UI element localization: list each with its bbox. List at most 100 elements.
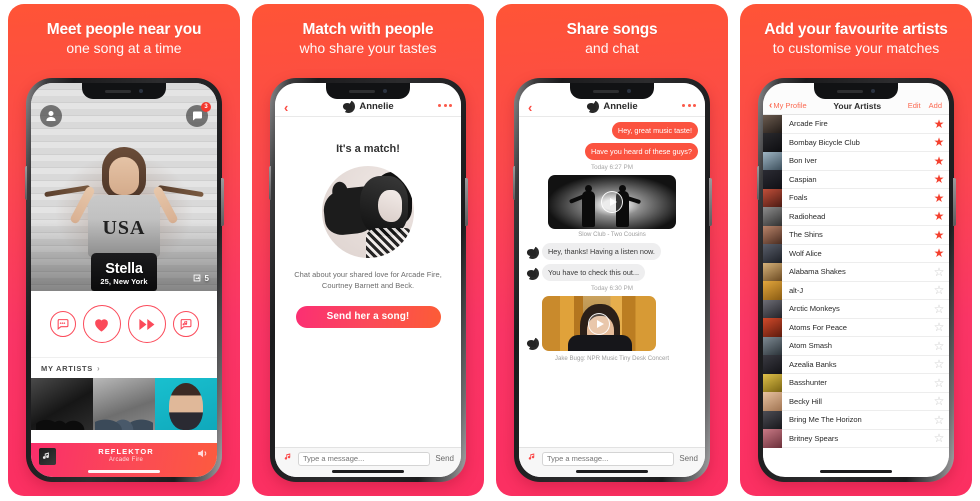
add-button[interactable]: Add (929, 101, 942, 110)
star-filled-icon[interactable]: ★ (929, 118, 949, 130)
artist-thumbnail (763, 336, 782, 355)
ellipsis-icon[interactable] (438, 104, 452, 107)
like-action-button[interactable] (82, 305, 121, 343)
edit-button[interactable]: Edit (908, 101, 921, 110)
shared-video-caption: Jake Bugg: NPR Music Tiny Desk Concert (554, 355, 670, 362)
star-outline-icon[interactable]: ☆ (929, 321, 949, 333)
ellipsis-icon[interactable] (682, 104, 696, 107)
artist-row[interactable]: Wolf Alice ★ (763, 244, 949, 263)
star-outline-icon[interactable]: ☆ (929, 303, 949, 315)
star-filled-icon[interactable]: ★ (929, 192, 949, 204)
artist-row[interactable]: Britney Spears ☆ (763, 429, 949, 448)
artist-thumbnail (763, 281, 782, 300)
play-icon[interactable] (588, 312, 610, 335)
star-filled-icon[interactable]: ★ (929, 247, 949, 259)
artist-row[interactable]: Bon Iver ★ (763, 151, 949, 171)
artist-row[interactable]: Azealia Banks ☆ (763, 355, 949, 374)
send-button[interactable]: Send (679, 454, 698, 463)
message-input[interactable] (542, 451, 675, 466)
shared-song-caption: Slow Club - Two Cousins (578, 231, 646, 238)
star-outline-icon[interactable]: ☆ (929, 395, 949, 407)
message-bubble[interactable]: Hey, thanks! Having a listen now. (542, 243, 661, 260)
artist-row[interactable]: Basshunter ☆ (763, 373, 949, 393)
chat-bubble-icon[interactable]: 3 (186, 102, 211, 127)
photo-stack-icon (193, 274, 200, 282)
artist-thumbnail (763, 133, 782, 152)
home-indicator (332, 469, 404, 473)
artist-row[interactable]: Radiohead ★ (763, 207, 949, 226)
artist-row[interactable]: Becky Hill ☆ (763, 392, 949, 411)
artist-row[interactable]: Bombay Bicycle Club ★ (763, 133, 949, 152)
star-filled-icon[interactable]: ★ (929, 173, 949, 185)
speaker-icon[interactable] (196, 447, 209, 465)
shared-video-card[interactable] (542, 296, 656, 351)
artist-row[interactable]: Caspian ★ (763, 170, 949, 189)
music-action-button[interactable] (172, 311, 199, 337)
star-outline-icon[interactable]: ☆ (929, 432, 949, 444)
home-indicator (88, 469, 160, 473)
star-filled-icon[interactable]: ★ (929, 229, 949, 241)
artist-thumbnail[interactable] (31, 378, 93, 430)
shared-song-card[interactable] (548, 175, 676, 229)
message-bubble[interactable]: You have to check this out... (542, 264, 646, 281)
artists-list[interactable]: Arcade Fire ★ Bombay Bicycle Club ★ Bon Iver… (763, 115, 949, 458)
music-note-icon[interactable] (282, 450, 293, 468)
profile-icon[interactable] (40, 105, 62, 127)
chat-action-button[interactable] (49, 311, 76, 337)
chevron-left-icon[interactable]: ‹ (284, 101, 288, 114)
artist-row[interactable]: The Shins ★ (763, 225, 949, 245)
artist-row[interactable]: Atoms For Peace ☆ (763, 318, 949, 337)
artist-row[interactable]: alt-J ☆ (763, 281, 949, 300)
cheek-highlight (378, 190, 402, 222)
send-button[interactable]: Send (435, 454, 454, 463)
panel-headline: Add your favourite artists to customise … (740, 4, 972, 57)
now-playing-track: REFLEKTOR (98, 447, 154, 457)
artist-row[interactable]: Arctic Monkeys ☆ (763, 299, 949, 319)
music-note-icon[interactable] (526, 450, 537, 468)
star-outline-icon[interactable]: ☆ (929, 266, 949, 278)
message-bubble[interactable]: Have you heard of these guys? (584, 143, 698, 160)
star-outline-icon[interactable]: ☆ (929, 340, 949, 352)
star-outline-icon[interactable]: ☆ (929, 358, 949, 370)
chevron-left-icon: ‹ (769, 99, 773, 111)
artist-thumbnail (763, 115, 782, 133)
screenshot-stage: Meet people near you one song at a time (0, 0, 980, 501)
chat-contact-name: Annelie (603, 101, 638, 112)
avatar (342, 100, 356, 113)
artist-row[interactable]: Foals ★ (763, 188, 949, 208)
chevron-left-icon[interactable]: ‹ (528, 101, 532, 114)
star-filled-icon[interactable]: ★ (929, 155, 949, 167)
message-bubble[interactable]: Hey, great music taste! (611, 122, 698, 139)
artist-row[interactable]: Bring Me The Horizon ☆ (763, 410, 949, 430)
play-icon[interactable] (601, 191, 623, 213)
artist-thumbnail[interactable] (155, 378, 217, 430)
artist-thumbnail-strip[interactable] (31, 378, 217, 430)
star-filled-icon[interactable]: ★ (929, 136, 949, 148)
artist-thumbnail (763, 170, 782, 189)
chevron-right-icon: › (97, 363, 101, 373)
artist-thumbnail (763, 373, 782, 392)
artist-row[interactable]: Atom Smash ☆ (763, 336, 949, 356)
match-screen: It's a match! Chat about your shared lov… (275, 117, 461, 477)
skip-action-button[interactable] (127, 305, 166, 343)
star-outline-icon[interactable]: ☆ (929, 284, 949, 296)
phone-screen: ‹ My Profile Your Artists Edit Add Arcad… (763, 83, 949, 477)
artist-row[interactable]: Alabama Shakes ☆ (763, 262, 949, 282)
heart-icon (95, 318, 108, 332)
chat-title: Annelie (586, 100, 638, 113)
star-outline-icon[interactable]: ☆ (929, 377, 949, 389)
send-song-button[interactable]: Send her a song! (295, 306, 441, 328)
conversation-list[interactable]: Hey, great music taste! Have you heard o… (519, 117, 705, 477)
artist-row[interactable]: Arcade Fire ★ (763, 115, 949, 134)
artist-name: Becky Hill (789, 396, 822, 406)
promo-panel-discover: Meet people near you one song at a time (8, 4, 240, 496)
star-filled-icon[interactable]: ★ (929, 210, 949, 222)
star-outline-icon[interactable]: ☆ (929, 414, 949, 426)
photo-count: 5 (192, 273, 209, 283)
profile-photo[interactable]: USA 3 (31, 83, 217, 291)
back-to-profile-button[interactable]: ‹ My Profile (769, 99, 807, 111)
speaker-grille (593, 89, 619, 93)
message-input[interactable] (298, 451, 431, 466)
artist-thumbnail[interactable] (93, 378, 155, 430)
my-artists-row[interactable]: MY ARTISTS › (31, 357, 217, 378)
